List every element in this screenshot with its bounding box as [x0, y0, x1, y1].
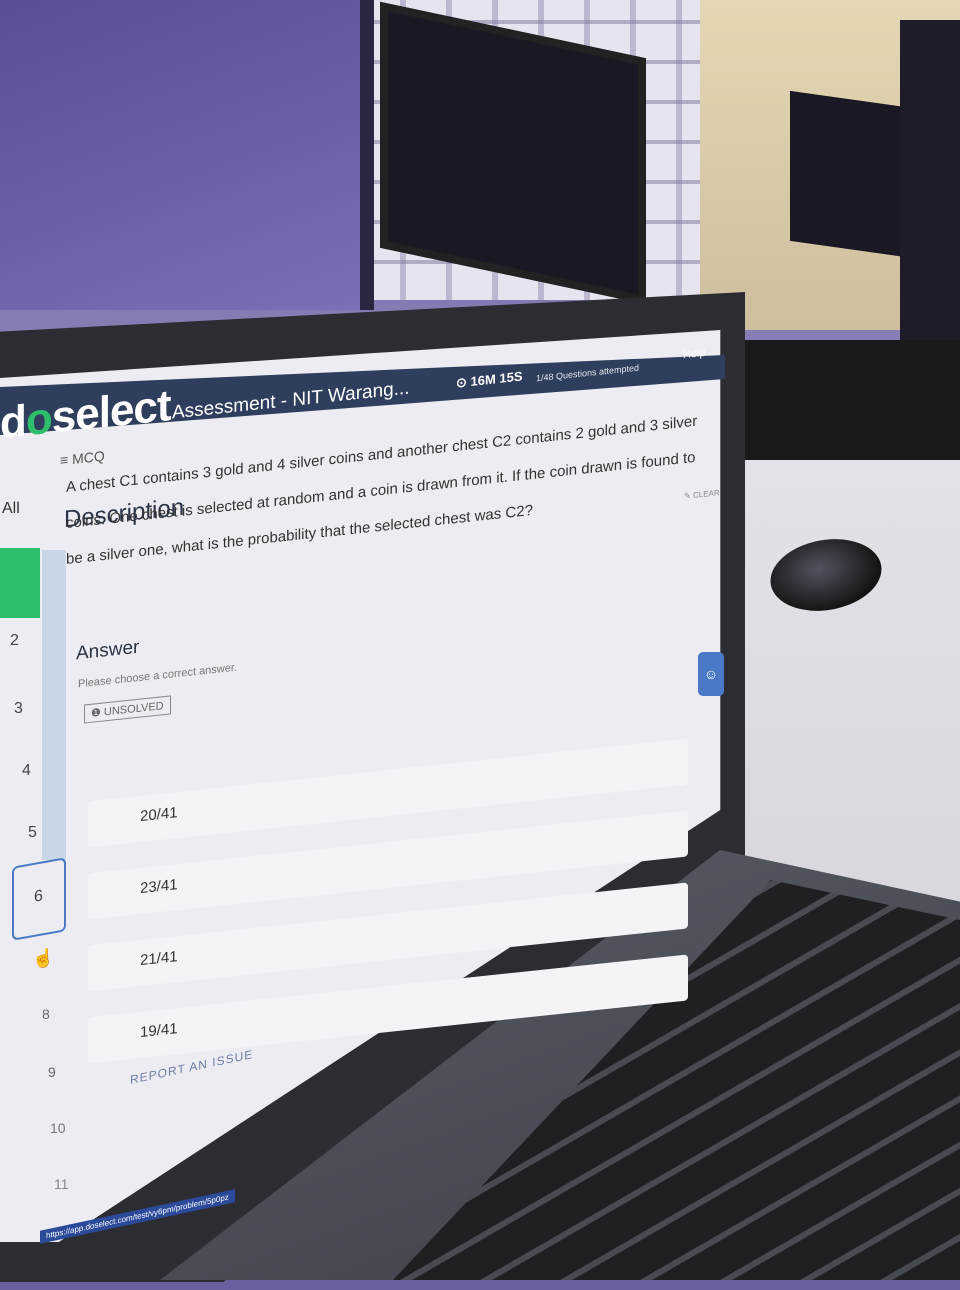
background-monitor-left [0, 0, 374, 310]
filter-all[interactable]: All [2, 500, 20, 518]
background-monitor-edge [900, 20, 960, 350]
info-icon: ❶ [91, 706, 104, 720]
question-nav-10[interactable]: 10 [50, 1120, 66, 1136]
question-nav-9[interactable]: 9 [48, 1064, 56, 1080]
question-nav-8[interactable]: 8 [42, 1006, 50, 1022]
question-nav-2[interactable]: 2 [10, 632, 19, 650]
question-nav-active[interactable] [0, 548, 40, 618]
proctor-icon[interactable]: ☺ [698, 652, 724, 696]
clock-icon: ⊙ [456, 373, 471, 391]
check-mark-icon: o [25, 393, 52, 446]
question-nav-6[interactable]: 6 [12, 857, 66, 941]
question-nav-11[interactable]: 11 [54, 1176, 69, 1192]
menu-icon: ≡ [60, 451, 73, 469]
question-nav-scrollbar[interactable] [42, 550, 66, 860]
hand-cursor-icon: ☝ [32, 948, 55, 968]
help-button[interactable]: Help [683, 347, 706, 361]
question-nav-4[interactable]: 4 [22, 762, 31, 780]
question-nav-5[interactable]: 5 [28, 824, 37, 842]
question-nav-3[interactable]: 3 [14, 700, 23, 718]
